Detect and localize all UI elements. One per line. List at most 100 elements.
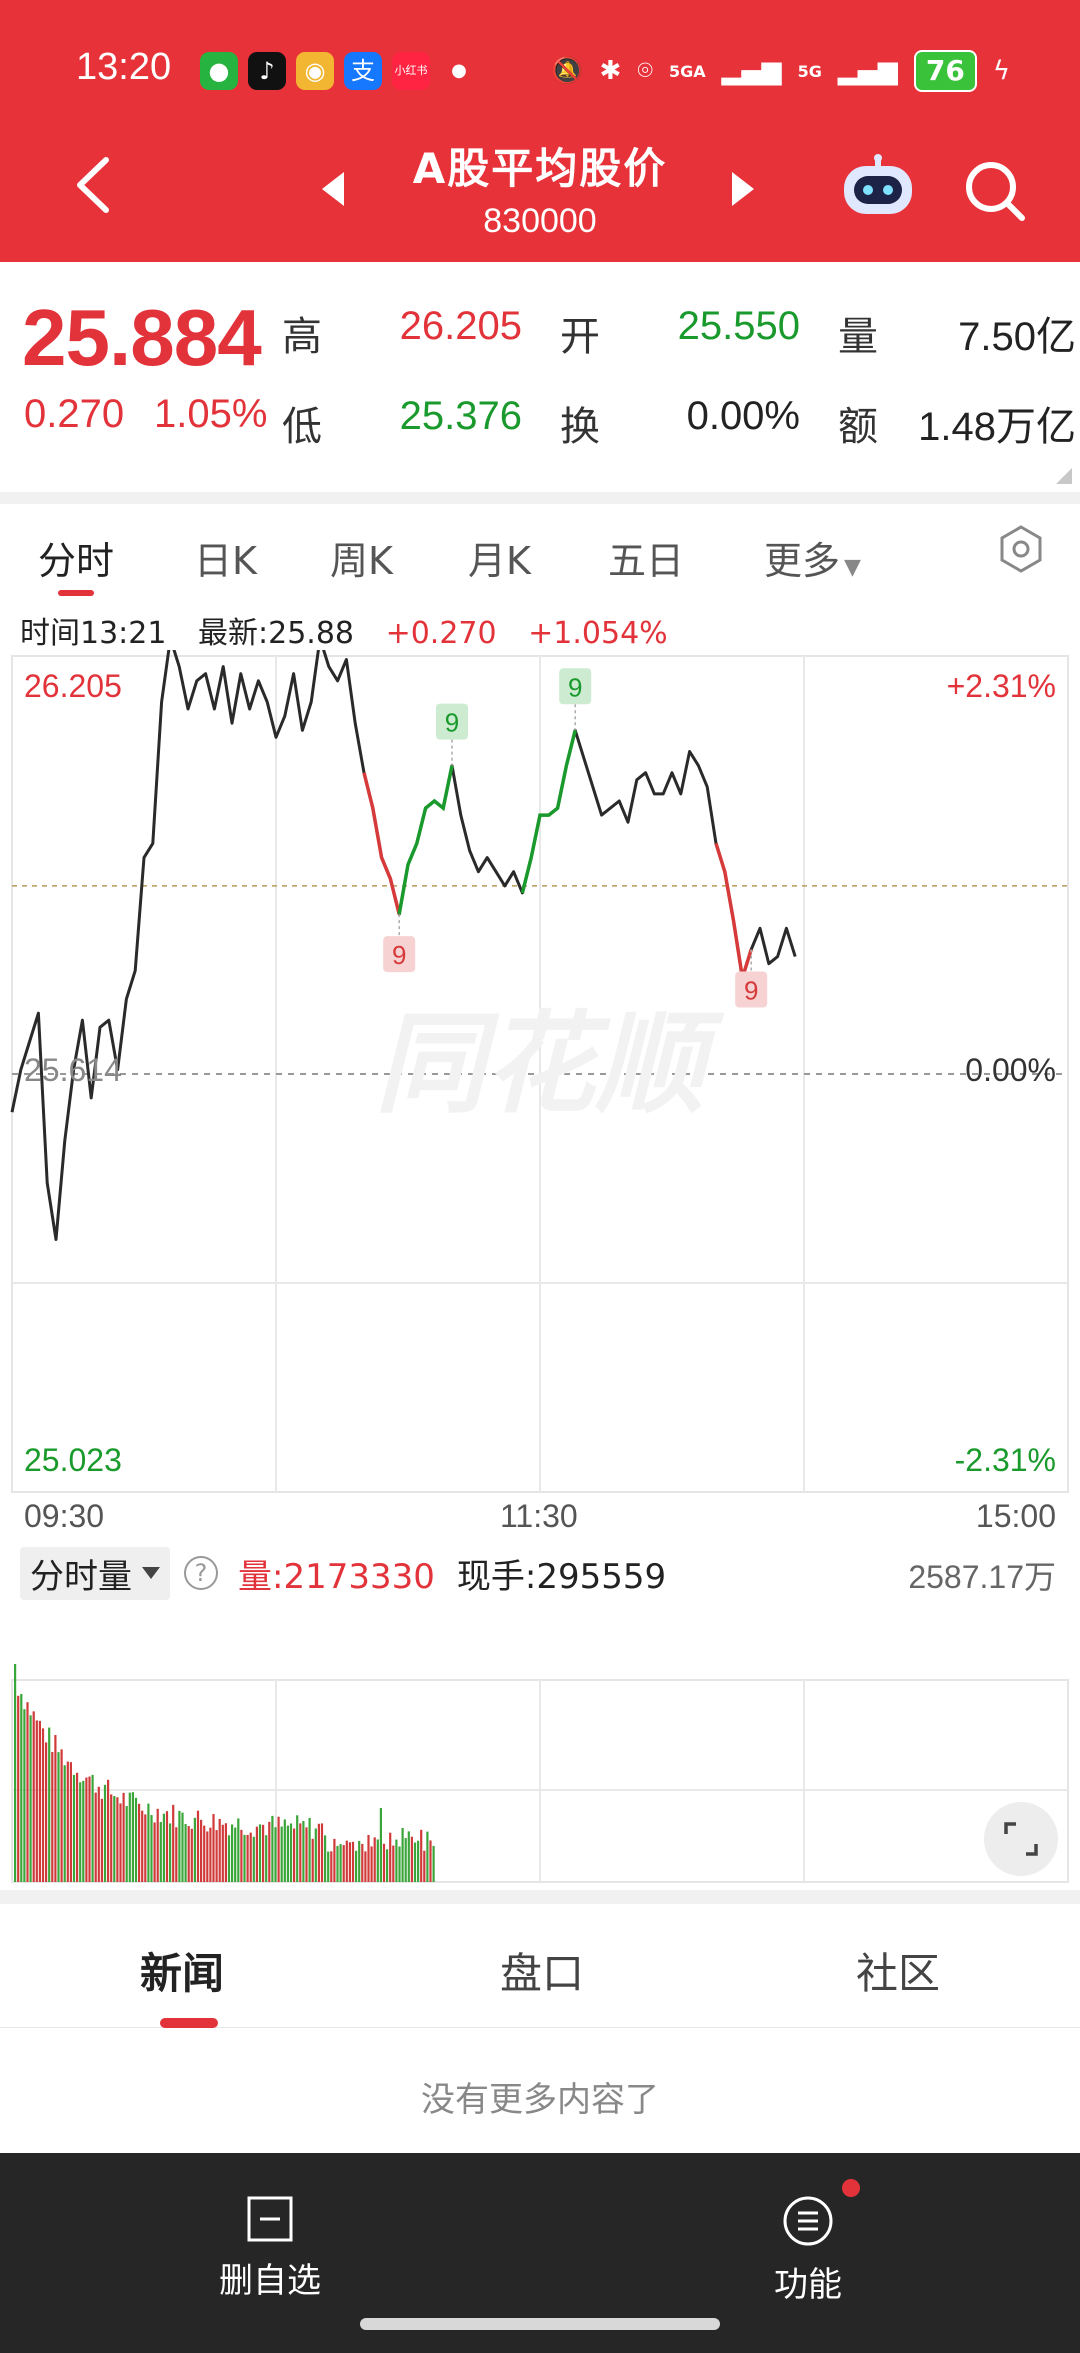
volume-bar: [190, 1828, 193, 1882]
volume-bar: [370, 1846, 373, 1882]
tab-five-day[interactable]: 五日: [608, 530, 684, 585]
tiktok-icon: ♪: [248, 52, 286, 90]
amount-value: 1.48万亿: [918, 405, 1076, 449]
signal-icon-2: ▂▄▆: [837, 56, 898, 86]
expand-corner-icon[interactable]: [1056, 468, 1072, 484]
volume-bar: [76, 1772, 79, 1882]
volume-bar: [386, 1849, 389, 1882]
price-low-label: 25.023: [24, 1442, 122, 1478]
battery-indicator: 76: [913, 50, 977, 92]
volume-bar: [172, 1804, 175, 1882]
volume-bar: [116, 1797, 119, 1882]
amount-label: 额: [838, 404, 878, 450]
xiaohongshu-icon: 小红书: [392, 52, 430, 90]
volume-bar: [113, 1796, 116, 1882]
volume-bar: [262, 1824, 265, 1882]
volume-indicator-selector[interactable]: 分时量: [20, 1546, 170, 1600]
volume-bar: [17, 1695, 20, 1882]
volume-bar: [426, 1831, 429, 1882]
more-notifications-icon: ●: [451, 60, 467, 81]
volume-bar: [119, 1803, 122, 1882]
sequential-down-segment: [362, 772, 401, 915]
chart-settings-hexagon-icon[interactable]: [996, 524, 1046, 574]
volume-bar: [231, 1824, 234, 1882]
volume-bar: [57, 1752, 60, 1882]
stock-code: 830000: [483, 202, 597, 240]
volume-bar: [398, 1846, 401, 1882]
volume-bar: [289, 1823, 293, 1882]
volume-bar: [342, 1845, 345, 1882]
volume-bar: [348, 1842, 351, 1882]
back-arrow-icon[interactable]: [72, 156, 112, 214]
volume-bar: [305, 1827, 308, 1882]
price-high-label: 26.205: [24, 668, 122, 704]
volume-bar: [258, 1824, 262, 1882]
intraday-chart[interactable]: 同花顺 9 9 9 9: [0, 650, 1080, 1890]
volume-bar: [196, 1810, 200, 1882]
next-stock-icon[interactable]: [732, 172, 754, 206]
volume-bar: [311, 1838, 314, 1882]
volume-bar: [66, 1761, 69, 1882]
volume-bar: [221, 1824, 224, 1882]
volume-bar: [265, 1835, 268, 1882]
alipay-icon: 支: [344, 52, 382, 90]
current-price: 25.884: [22, 293, 262, 382]
volume-bar: [243, 1834, 246, 1882]
help-icon[interactable]: ?: [184, 1556, 218, 1590]
tab-monthly-k[interactable]: 月K: [468, 530, 531, 585]
volume-bar: [200, 1819, 203, 1882]
volume-bar: [367, 1834, 370, 1882]
tab-order-book[interactable]: 盘口: [500, 1940, 584, 2001]
volume-bar: [237, 1818, 240, 1882]
watermark-logo: 同花顺: [375, 1000, 725, 1128]
sequence-marker-label: 9: [568, 672, 582, 702]
volume-bar: [299, 1823, 302, 1882]
status-icons: 🔕 ✱ ⌾ 5GA ▂▄▆ 5G ▂▄▆ 76 ϟ: [551, 50, 1010, 92]
volume-bar: [324, 1835, 327, 1882]
volume-bar: [144, 1814, 147, 1882]
pct-low-label: -2.31%: [954, 1442, 1056, 1478]
tab-intraday[interactable]: 分时: [38, 530, 114, 585]
volume-bar: [432, 1845, 435, 1882]
volume-bar: [181, 1812, 184, 1882]
volume-bar: [125, 1806, 128, 1882]
volume-bar: [51, 1752, 54, 1882]
home-indicator[interactable]: [360, 2318, 720, 2330]
tab-news[interactable]: 新闻: [140, 1940, 224, 2001]
search-icon[interactable]: [962, 158, 1028, 224]
volume-bar: [252, 1836, 255, 1882]
volume-bar: [103, 1784, 107, 1882]
volume-bar: [320, 1823, 324, 1882]
hand-current: 现手:295559: [456, 1556, 667, 1597]
remove-watchlist-button[interactable]: 删自选: [170, 2173, 370, 2302]
volume-bar: [100, 1798, 103, 1882]
volume-bar: [169, 1823, 172, 1882]
volume-bar: [271, 1815, 274, 1882]
volume-bar: [159, 1822, 162, 1882]
quote-panel: 25.884 0.270 1.05% 高 26.205 低 25.376 开 2…: [0, 262, 1080, 492]
volume-bar: [255, 1826, 258, 1882]
volume-bar: [327, 1851, 330, 1882]
volume-bar: [184, 1823, 187, 1882]
remove-watchlist-label: 删自选: [219, 2261, 321, 2301]
tab-community[interactable]: 社区: [856, 1940, 940, 2001]
volume-bar: [277, 1816, 280, 1882]
section-divider: [0, 1890, 1080, 1904]
volume-bar: [215, 1830, 218, 1882]
volume-label: 量: [838, 314, 878, 360]
tab-daily-k[interactable]: 日K: [194, 530, 257, 585]
function-menu-button[interactable]: 功能: [708, 2173, 908, 2306]
volume-bar: [134, 1797, 138, 1882]
volume-bar: [122, 1792, 125, 1882]
pct-ref-label: 0.00%: [965, 1052, 1056, 1088]
tab-weekly-k[interactable]: 周K: [330, 530, 393, 585]
fullscreen-expand-icon[interactable]: [984, 1802, 1058, 1876]
ai-assistant-robot-icon[interactable]: [840, 152, 916, 218]
volume-bar: [413, 1842, 417, 1882]
tab-more[interactable]: 更多 ▼: [764, 530, 861, 585]
turnover-label: 换: [560, 404, 600, 450]
volume-bar: [339, 1844, 342, 1882]
volume-bar: [20, 1693, 23, 1882]
volume-bar: [317, 1823, 320, 1882]
bluetooth-icon: ✱: [599, 56, 622, 86]
